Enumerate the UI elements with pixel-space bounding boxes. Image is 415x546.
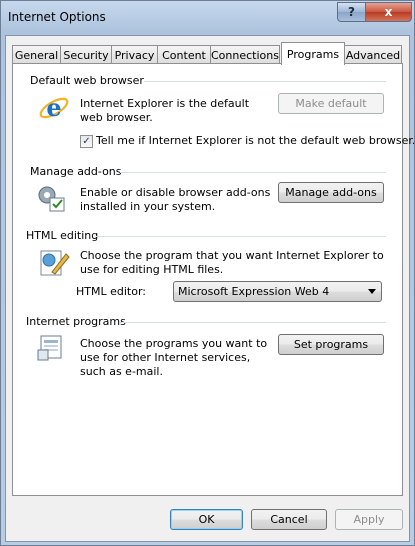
section-divider — [120, 172, 386, 173]
tab-content[interactable]: Content — [157, 45, 211, 64]
section-divider — [144, 81, 386, 82]
help-button[interactable]: ? — [337, 2, 366, 22]
cancel-button[interactable]: Cancel — [251, 509, 327, 530]
section-divider — [120, 322, 386, 323]
tab-general[interactable]: General — [12, 45, 61, 64]
internet-options-window: Internet Options ? x General Security Pr… — [0, 0, 415, 546]
tab-connections[interactable]: Connections — [210, 45, 280, 64]
window-title: Internet Options — [8, 10, 106, 24]
title-bar[interactable]: Internet Options ? x — [1, 1, 414, 35]
ok-button[interactable]: OK — [170, 509, 243, 530]
set-programs-button[interactable]: Set programs — [278, 334, 384, 355]
html-editor-select[interactable]: Microsoft Expression Web 4 — [173, 281, 382, 302]
programs-icon — [37, 335, 62, 361]
tab-programs[interactable]: Programs — [281, 42, 345, 65]
chevron-down-icon — [368, 289, 376, 294]
addons-description: Enable or disable browser add-ons instal… — [80, 186, 271, 213]
manage-addons-button[interactable]: Manage add-ons — [278, 182, 384, 203]
dialog-client-area: General Security Privacy Content Connect… — [5, 35, 415, 542]
internet-programs-heading: Internet programs — [26, 315, 126, 328]
svg-text:e: e — [46, 93, 61, 122]
html-editing-heading: HTML editing — [26, 229, 99, 242]
tab-privacy[interactable]: Privacy — [111, 45, 158, 64]
html-edit-icon — [40, 250, 70, 276]
programs-panel: Default web browser e Internet Explorer … — [12, 63, 415, 496]
internet-explorer-icon: e — [39, 93, 69, 122]
default-browser-description: Internet Explorer is the default web bro… — [80, 97, 250, 124]
close-button[interactable]: x — [365, 2, 412, 22]
checkmark-icon: ✓ — [82, 135, 91, 147]
help-icon: ? — [348, 5, 355, 19]
notify-default-checkbox[interactable]: ✓ — [80, 135, 93, 148]
section-divider — [96, 236, 386, 237]
internet-programs-description: Choose the programs you want to use for … — [80, 337, 268, 378]
addons-gear-icon — [38, 186, 65, 212]
tab-security[interactable]: Security — [60, 45, 112, 64]
tab-advanced[interactable]: Advanced — [344, 45, 402, 64]
make-default-button[interactable]: Make default — [278, 93, 384, 114]
close-icon: x — [384, 5, 393, 19]
addons-heading: Manage add-ons — [30, 165, 122, 178]
html-editor-value: Microsoft Expression Web 4 — [178, 285, 330, 298]
notify-default-label: Tell me if Internet Explorer is not the … — [96, 134, 415, 147]
default-browser-heading: Default web browser — [30, 74, 144, 87]
html-editor-label: HTML editor: — [76, 285, 146, 298]
apply-button[interactable]: Apply — [335, 509, 403, 530]
html-editing-description: Choose the program that you want Interne… — [80, 249, 384, 276]
